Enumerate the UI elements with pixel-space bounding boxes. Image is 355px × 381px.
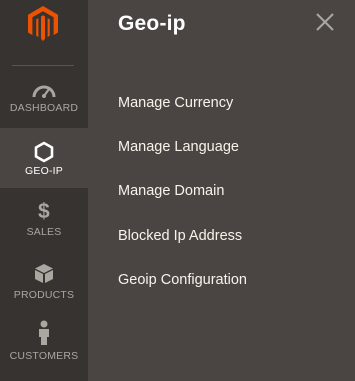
dollar-icon: $ — [38, 200, 50, 222]
admin-sidebar: DASHBOARD GEO-IP $ SALES PRODUCTS CUSTOM… — [0, 0, 88, 381]
sidebar-item-label: CUSTOMERS — [9, 350, 79, 362]
sidebar-item-customers[interactable]: CUSTOMERS — [0, 314, 88, 374]
sidebar-item-dashboard[interactable]: DASHBOARD — [0, 66, 88, 126]
hexagon-icon — [34, 141, 54, 163]
menu-link-geoip-configuration[interactable]: Geoip Configuration — [118, 272, 247, 288]
magento-logo[interactable] — [0, 0, 88, 64]
sidebar-item-geo-ip[interactable]: GEO-IP — [0, 128, 88, 188]
panel-title: Geo-ip — [118, 12, 186, 35]
gauge-icon — [32, 85, 56, 98]
menu-link-manage-currency[interactable]: Manage Currency — [118, 95, 233, 111]
magento-logo-icon — [28, 6, 58, 42]
menu-link-manage-language[interactable]: Manage Language — [118, 139, 239, 155]
sidebar-item-sales[interactable]: $ SALES — [0, 190, 88, 248]
close-button[interactable] — [313, 10, 337, 34]
menu-link-manage-domain[interactable]: Manage Domain — [118, 183, 224, 199]
person-icon — [39, 320, 49, 345]
sidebar-item-label: SALES — [26, 226, 62, 238]
sidebar-item-label: DASHBOARD — [9, 102, 79, 114]
menu-link-blocked-ip-address[interactable]: Blocked Ip Address — [118, 228, 242, 244]
svg-text:$: $ — [38, 200, 50, 222]
geo-ip-submenu-panel: Geo-ip Manage Currency Manage Language M… — [88, 0, 355, 381]
sidebar-item-products[interactable]: PRODUCTS — [0, 252, 88, 310]
sidebar-item-label: GEO-IP — [25, 165, 63, 177]
cube-icon — [35, 264, 53, 283]
sidebar-item-label: PRODUCTS — [13, 289, 75, 301]
close-icon — [316, 13, 334, 31]
